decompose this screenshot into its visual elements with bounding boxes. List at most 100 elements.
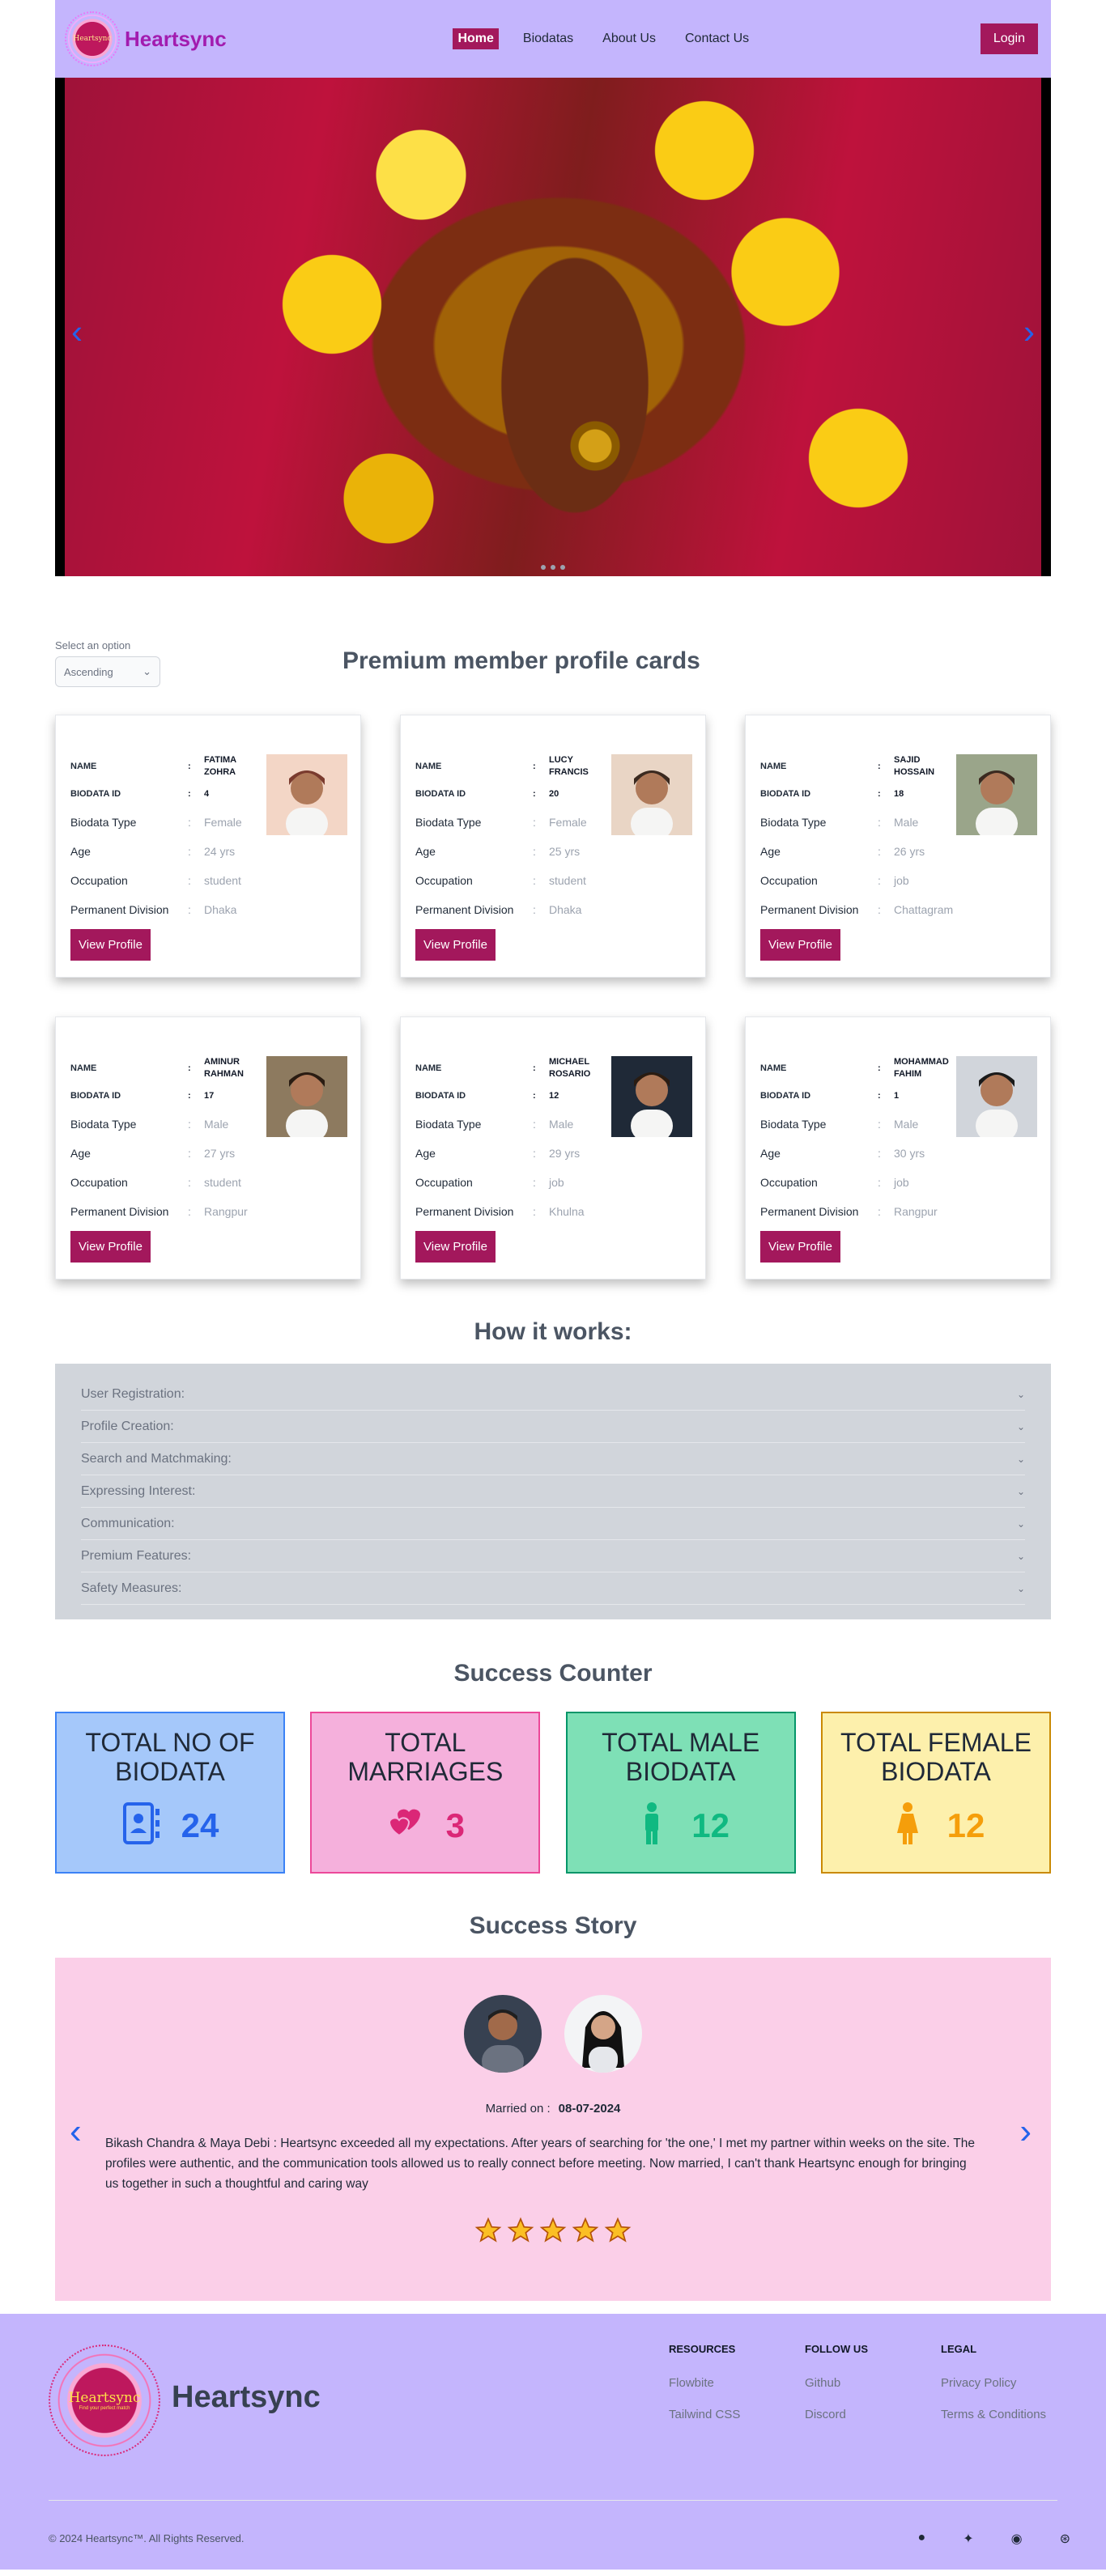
counter-card: TOTAL FEMALE BIODATA 12 — [820, 1712, 1051, 1874]
profile-photo — [956, 1056, 1037, 1142]
nav-biodatas-link[interactable]: Biodatas — [518, 28, 578, 49]
premium-header: Select an option Ascending ⌄ Premium mem… — [55, 639, 1051, 720]
counter-value-row: 12 — [632, 1801, 730, 1850]
footer-link-discord[interactable]: Discord — [805, 2408, 868, 2421]
accordion-label: Communication: — [81, 1516, 175, 1530]
logo: Heartsync — [65, 11, 120, 66]
chevron-down-icon: ⌄ — [1016, 1453, 1025, 1465]
occupation-row: Occupation: student — [70, 874, 241, 887]
chevron-down-icon: ⌄ — [1016, 1388, 1025, 1400]
view-profile-button[interactable]: View Profile — [70, 1231, 151, 1263]
counter-label: TOTAL NO OF BIODATA — [85, 1728, 255, 1786]
counter-icon — [386, 1801, 427, 1850]
accordion-item[interactable]: Communication: ⌄ — [81, 1508, 1025, 1540]
accordion-item[interactable]: User Registration: ⌄ — [81, 1378, 1025, 1411]
premium-title: Premium member profile cards — [342, 647, 700, 674]
division-row: Permanent Division: Dhaka — [70, 903, 237, 916]
occupation-row: Occupation: job — [415, 1176, 564, 1189]
occupation-row: Occupation: student — [70, 1176, 241, 1189]
star-icon — [474, 2217, 502, 2248]
story-prev-icon[interactable]: ‹ — [70, 2111, 82, 2152]
footer: Heartsync Find your perfect match Hearts… — [0, 2314, 1106, 2570]
profile-photo — [266, 754, 347, 840]
footer-copyright: © 2024 Heartsync™. All Rights Reserved. — [49, 2532, 245, 2544]
nav-about-link[interactable]: About Us — [598, 28, 661, 49]
facebook-icon[interactable]: ● — [918, 2531, 926, 2547]
counter-icon — [632, 1801, 672, 1850]
footer-col-title: RESOURCES — [669, 2343, 736, 2355]
age-row: Age:29 yrs — [415, 1147, 581, 1160]
counter-label: TOTAL MALE BIODATA — [602, 1728, 760, 1786]
nav-home-link[interactable]: Home — [453, 28, 499, 49]
bride-avatar — [564, 1995, 642, 2073]
division-row: Permanent Division: Dhaka — [415, 903, 582, 916]
footer-legal: LEGAL Privacy Policy Terms & Conditions — [941, 2343, 1046, 2439]
social-icons: ● ✦ ◉ ⊛ — [918, 2531, 1070, 2547]
hearts-icon — [388, 1809, 420, 1837]
view-profile-button[interactable]: View Profile — [415, 1231, 496, 1263]
accordion-item[interactable]: Profile Creation: ⌄ — [81, 1411, 1025, 1443]
profile-card: NAME: LUCY FRANCIS BIODATA ID:20 Biodata … — [400, 715, 706, 978]
counter-icon — [121, 1801, 162, 1850]
profile-photo — [611, 1056, 692, 1142]
footer-link-flowbite[interactable]: Flowbite — [669, 2376, 740, 2390]
chevron-down-icon: ⌄ — [143, 665, 151, 677]
chevron-down-icon: ⌄ — [1016, 1550, 1025, 1562]
footer-follow: FOLLOW US Github Discord — [805, 2343, 868, 2439]
view-profile-button[interactable]: View Profile — [760, 1231, 840, 1263]
carousel-prev-icon[interactable]: ‹ — [71, 312, 83, 351]
couple-avatars — [55, 1995, 1051, 2073]
division-row: Permanent Division: Khulna — [415, 1205, 585, 1218]
footer-link-terms[interactable]: Terms & Conditions — [941, 2408, 1046, 2421]
footer-link-privacy[interactable]: Privacy Policy — [941, 2376, 1046, 2390]
hero-image — [65, 78, 1041, 576]
footer-brand: Heartsync — [172, 2380, 321, 2414]
sort-control: Select an option Ascending ⌄ — [55, 639, 160, 687]
rating-stars — [55, 2217, 1051, 2248]
male-icon — [645, 1802, 659, 1844]
footer-link-github[interactable]: Github — [805, 2376, 868, 2390]
view-profile-button[interactable]: View Profile — [70, 929, 151, 961]
accordion-label: Profile Creation: — [81, 1419, 174, 1433]
counter-value: 3 — [445, 1806, 465, 1844]
sort-select[interactable]: Ascending ⌄ — [55, 656, 160, 687]
accordion-item[interactable]: Search and Matchmaking: ⌄ — [81, 1443, 1025, 1475]
dribbble-icon[interactable]: ⊛ — [1060, 2531, 1070, 2547]
counters: TOTAL NO OF BIODATA 24 TOTAL MARRIAGES 3… — [55, 1712, 1051, 1874]
counter-card: TOTAL MARRIAGES 3 — [310, 1712, 541, 1874]
footer-divider — [49, 2500, 1057, 2501]
chevron-down-icon: ⌄ — [1016, 1582, 1025, 1594]
footer-link-tailwind[interactable]: Tailwind CSS — [669, 2408, 740, 2421]
twitter-icon[interactable]: ✦ — [963, 2531, 973, 2547]
carousel-dot[interactable] — [551, 565, 555, 570]
accordion-item[interactable]: Safety Measures: ⌄ — [81, 1572, 1025, 1605]
carousel-dots — [541, 565, 565, 570]
counter-icon — [887, 1801, 928, 1850]
navbar: Heartsync Heartsync Home Biodatas About … — [55, 0, 1051, 78]
carousel-dot[interactable] — [541, 565, 546, 570]
brand-name: Heartsync — [125, 26, 227, 51]
counter-value: 12 — [946, 1806, 985, 1844]
accordion-item[interactable]: Premium Features: ⌄ — [81, 1540, 1025, 1572]
carousel-next-icon[interactable]: › — [1023, 312, 1035, 351]
success-story: ‹ › Married on : 08-07-2024 Bikash Chandr… — [55, 1958, 1051, 2301]
carousel-dot[interactable] — [560, 565, 565, 570]
nav-contact-link[interactable]: Contact Us — [680, 28, 754, 49]
counter-value: 12 — [691, 1806, 730, 1844]
counter-value-row: 24 — [121, 1801, 219, 1850]
age-row: Age:26 yrs — [760, 845, 925, 858]
login-button[interactable]: Login — [980, 23, 1038, 54]
counter-label: TOTAL FEMALE BIODATA — [840, 1728, 1032, 1786]
story-next-icon[interactable]: › — [1019, 2111, 1032, 2152]
brand[interactable]: Heartsync Heartsync — [65, 11, 227, 66]
counter-value-row: 3 — [386, 1801, 465, 1850]
view-profile-button[interactable]: View Profile — [760, 929, 840, 961]
division-row: Permanent Division: Rangpur — [760, 1205, 938, 1218]
married-info: Married on : 08-07-2024 — [55, 2102, 1051, 2116]
married-date: 08-07-2024 — [558, 2102, 621, 2116]
profile-photo — [611, 754, 692, 840]
view-profile-button[interactable]: View Profile — [415, 929, 496, 961]
github-icon[interactable]: ◉ — [1011, 2531, 1023, 2547]
counter-card: TOTAL MALE BIODATA 12 — [565, 1712, 796, 1874]
accordion-item[interactable]: Expressing Interest: ⌄ — [81, 1475, 1025, 1508]
